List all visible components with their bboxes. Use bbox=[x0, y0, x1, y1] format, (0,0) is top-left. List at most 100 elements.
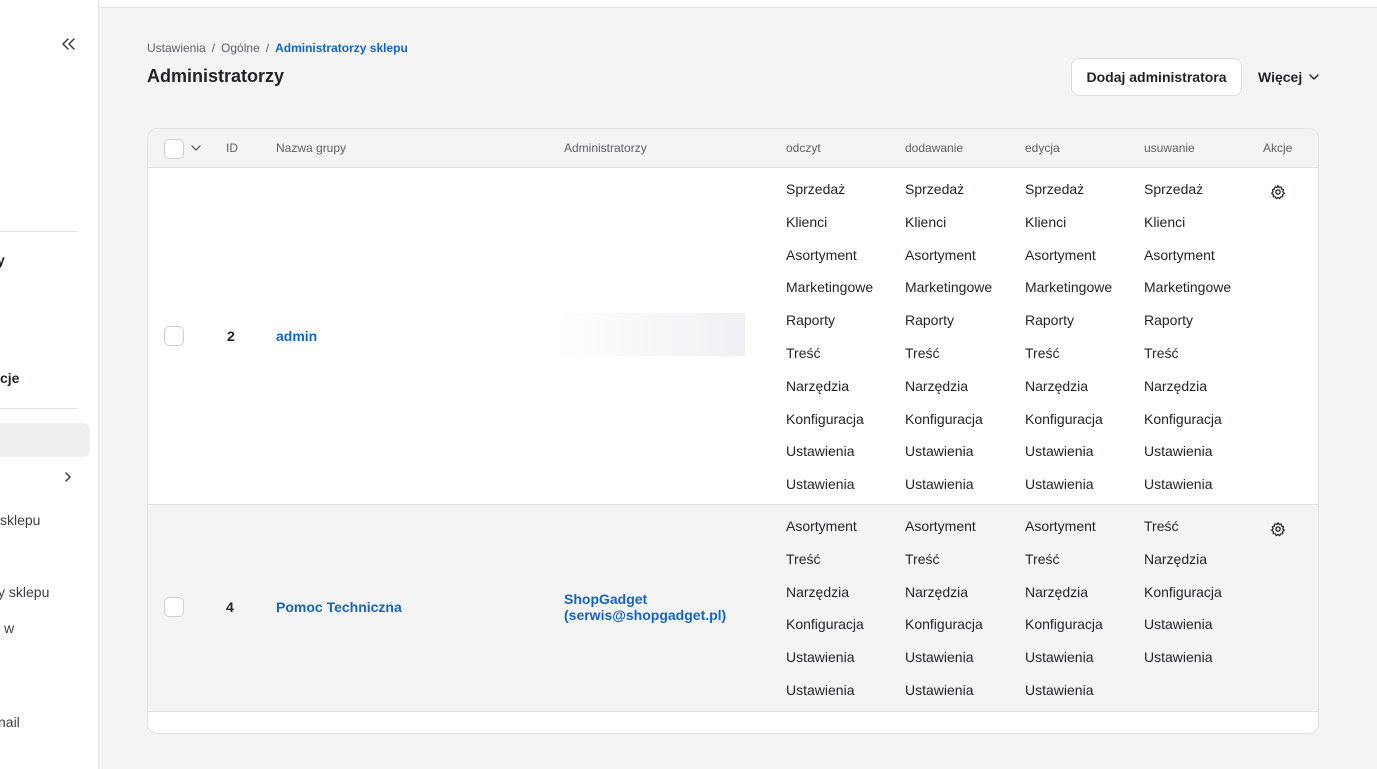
sidebar: y cje sklepu y sklepu w nail bbox=[0, 0, 99, 769]
collapse-sidebar-button[interactable] bbox=[58, 34, 78, 54]
permissions-edit: Asortyment Treść Narzędzia Konfiguracja … bbox=[1025, 517, 1103, 714]
add-admin-button[interactable]: Dodaj administratora bbox=[1071, 58, 1242, 96]
permission-item: Narzędzia bbox=[786, 377, 850, 394]
group-name-link[interactable]: admin bbox=[276, 328, 317, 344]
admin-user-link[interactable]: ShopGadget (serwis@shopgadget.pl) bbox=[564, 591, 726, 623]
permission-item: Klienci bbox=[1144, 213, 1186, 230]
chevron-down-icon bbox=[1309, 74, 1319, 80]
permissions-delete: Treść Narzędzia Konfiguracja Ustawienia … bbox=[1144, 517, 1222, 681]
permission-item: Narzędzia bbox=[1025, 583, 1089, 600]
column-header-admins: Administratorzy bbox=[564, 141, 647, 155]
permission-item: Asortyment bbox=[786, 246, 857, 263]
permission-item: Marketingowe bbox=[1144, 279, 1232, 296]
permission-item: Marketingowe bbox=[905, 279, 993, 296]
permission-item: Ustawienia bbox=[1144, 649, 1213, 666]
permission-item: Treść bbox=[905, 344, 940, 361]
table-row: 4 Pomoc Techniczna ShopGadget (serwis@sh… bbox=[148, 505, 1318, 712]
permission-item: Konfiguracja bbox=[786, 616, 864, 633]
breadcrumb-item[interactable]: Ogólne bbox=[221, 41, 260, 55]
chevron-down-icon[interactable] bbox=[190, 142, 202, 154]
permission-item: Sprzedaż bbox=[1144, 181, 1204, 197]
permission-item: Asortyment bbox=[1144, 246, 1215, 263]
permission-item: Treść bbox=[1025, 550, 1060, 567]
admins-redacted bbox=[558, 313, 745, 356]
permission-item: Klienci bbox=[786, 213, 828, 230]
breadcrumb-separator: / bbox=[265, 41, 270, 55]
permission-item: Marketingowe bbox=[786, 279, 874, 296]
select-all-checkbox[interactable] bbox=[164, 139, 184, 159]
permissions-add: Sprzedaż Klienci Asortyment Marketingowe… bbox=[905, 180, 992, 508]
permission-item: Asortyment bbox=[786, 518, 857, 534]
top-bar bbox=[99, 0, 1377, 8]
permission-item: Konfiguracja bbox=[905, 410, 983, 427]
permission-item: Treść bbox=[786, 550, 821, 567]
gear-icon[interactable] bbox=[1270, 184, 1286, 200]
permission-item: Narzędzia bbox=[1144, 550, 1208, 567]
permission-item: Konfiguracja bbox=[1144, 583, 1222, 600]
permissions-add: Asortyment Treść Narzędzia Konfiguracja … bbox=[905, 517, 983, 714]
permission-item: Treść bbox=[905, 550, 940, 567]
row-id: 4 bbox=[226, 599, 234, 615]
permission-item: Ustawienia bbox=[905, 681, 974, 698]
gear-icon[interactable] bbox=[1270, 521, 1286, 537]
admin-user-email: (serwis@shopgadget.pl) bbox=[564, 607, 727, 623]
collapse-sidebar-icon bbox=[62, 38, 75, 50]
permission-item: Sprzedaż bbox=[905, 181, 965, 197]
permission-item: Narzędzia bbox=[1144, 377, 1208, 394]
permission-item: Treść bbox=[1144, 344, 1179, 361]
more-menu-button[interactable]: Więcej bbox=[1258, 66, 1320, 88]
permission-item: Ustawienia bbox=[1144, 476, 1213, 493]
column-header-delete: usuwanie bbox=[1144, 141, 1195, 155]
sidebar-item-label[interactable]: w bbox=[4, 620, 14, 636]
permission-item: Ustawienia bbox=[786, 443, 855, 460]
row-checkbox[interactable] bbox=[164, 326, 184, 346]
sidebar-active-item[interactable] bbox=[0, 423, 90, 457]
permission-item: Raporty bbox=[1144, 312, 1194, 329]
permission-item: Asortyment bbox=[905, 246, 976, 263]
permission-item: Klienci bbox=[905, 213, 947, 230]
breadcrumb-item[interactable]: Ustawienia bbox=[147, 41, 206, 55]
column-header-read: odczyt bbox=[786, 141, 821, 155]
sidebar-item-label[interactable]: y bbox=[0, 252, 5, 268]
sidebar-divider bbox=[0, 231, 77, 232]
permission-item: Ustawienia bbox=[786, 476, 855, 493]
permission-item: Ustawienia bbox=[1144, 443, 1213, 460]
permission-item: Konfiguracja bbox=[1025, 616, 1103, 633]
sidebar-item-label[interactable]: cje bbox=[0, 370, 19, 386]
permission-item: Raporty bbox=[905, 312, 955, 329]
permission-item: Ustawienia bbox=[905, 443, 974, 460]
permission-item: Treść bbox=[1144, 518, 1179, 534]
permission-item: Raporty bbox=[786, 312, 836, 329]
permission-item: Ustawienia bbox=[1144, 616, 1213, 633]
permissions-edit: Sprzedaż Klienci Asortyment Marketingowe… bbox=[1025, 180, 1112, 508]
chevron-right-icon[interactable] bbox=[61, 470, 75, 484]
permission-item: Ustawienia bbox=[1025, 681, 1094, 698]
permission-item: Narzędzia bbox=[1025, 377, 1089, 394]
permission-item: Sprzedaż bbox=[1025, 181, 1085, 197]
admin-user-name: ShopGadget bbox=[564, 591, 648, 607]
more-menu-label: Więcej bbox=[1258, 69, 1303, 85]
permission-item: Konfiguracja bbox=[1144, 410, 1222, 427]
permission-item: Ustawienia bbox=[905, 476, 974, 493]
permission-item: Narzędzia bbox=[905, 377, 969, 394]
permission-item: Konfiguracja bbox=[905, 616, 983, 633]
permission-item: Ustawienia bbox=[1025, 649, 1094, 666]
sidebar-item-label[interactable]: nail bbox=[0, 714, 20, 730]
permission-item: Ustawienia bbox=[1025, 443, 1094, 460]
sidebar-item-label[interactable]: y sklepu bbox=[0, 584, 49, 600]
permission-item: Klienci bbox=[1025, 213, 1067, 230]
permission-item: Asortyment bbox=[1025, 518, 1096, 534]
permission-item: Ustawienia bbox=[905, 649, 974, 666]
sidebar-item-label[interactable]: sklepu bbox=[0, 512, 40, 528]
permission-item: Asortyment bbox=[1025, 246, 1096, 263]
breadcrumb: Ustawienia / Ogólne / Administratorzy sklepu bbox=[147, 41, 408, 55]
row-checkbox[interactable] bbox=[164, 597, 184, 617]
row-id: 2 bbox=[227, 328, 235, 344]
permission-item: Ustawienia bbox=[786, 649, 855, 666]
column-header-edit: edycja bbox=[1025, 141, 1060, 155]
group-name-link[interactable]: Pomoc Techniczna bbox=[276, 599, 402, 615]
column-header-group: Nazwa grupy bbox=[276, 141, 347, 155]
permission-item: Treść bbox=[1025, 344, 1060, 361]
column-header-id: ID bbox=[226, 141, 238, 155]
breadcrumb-current: Administratorzy sklepu bbox=[275, 41, 408, 55]
